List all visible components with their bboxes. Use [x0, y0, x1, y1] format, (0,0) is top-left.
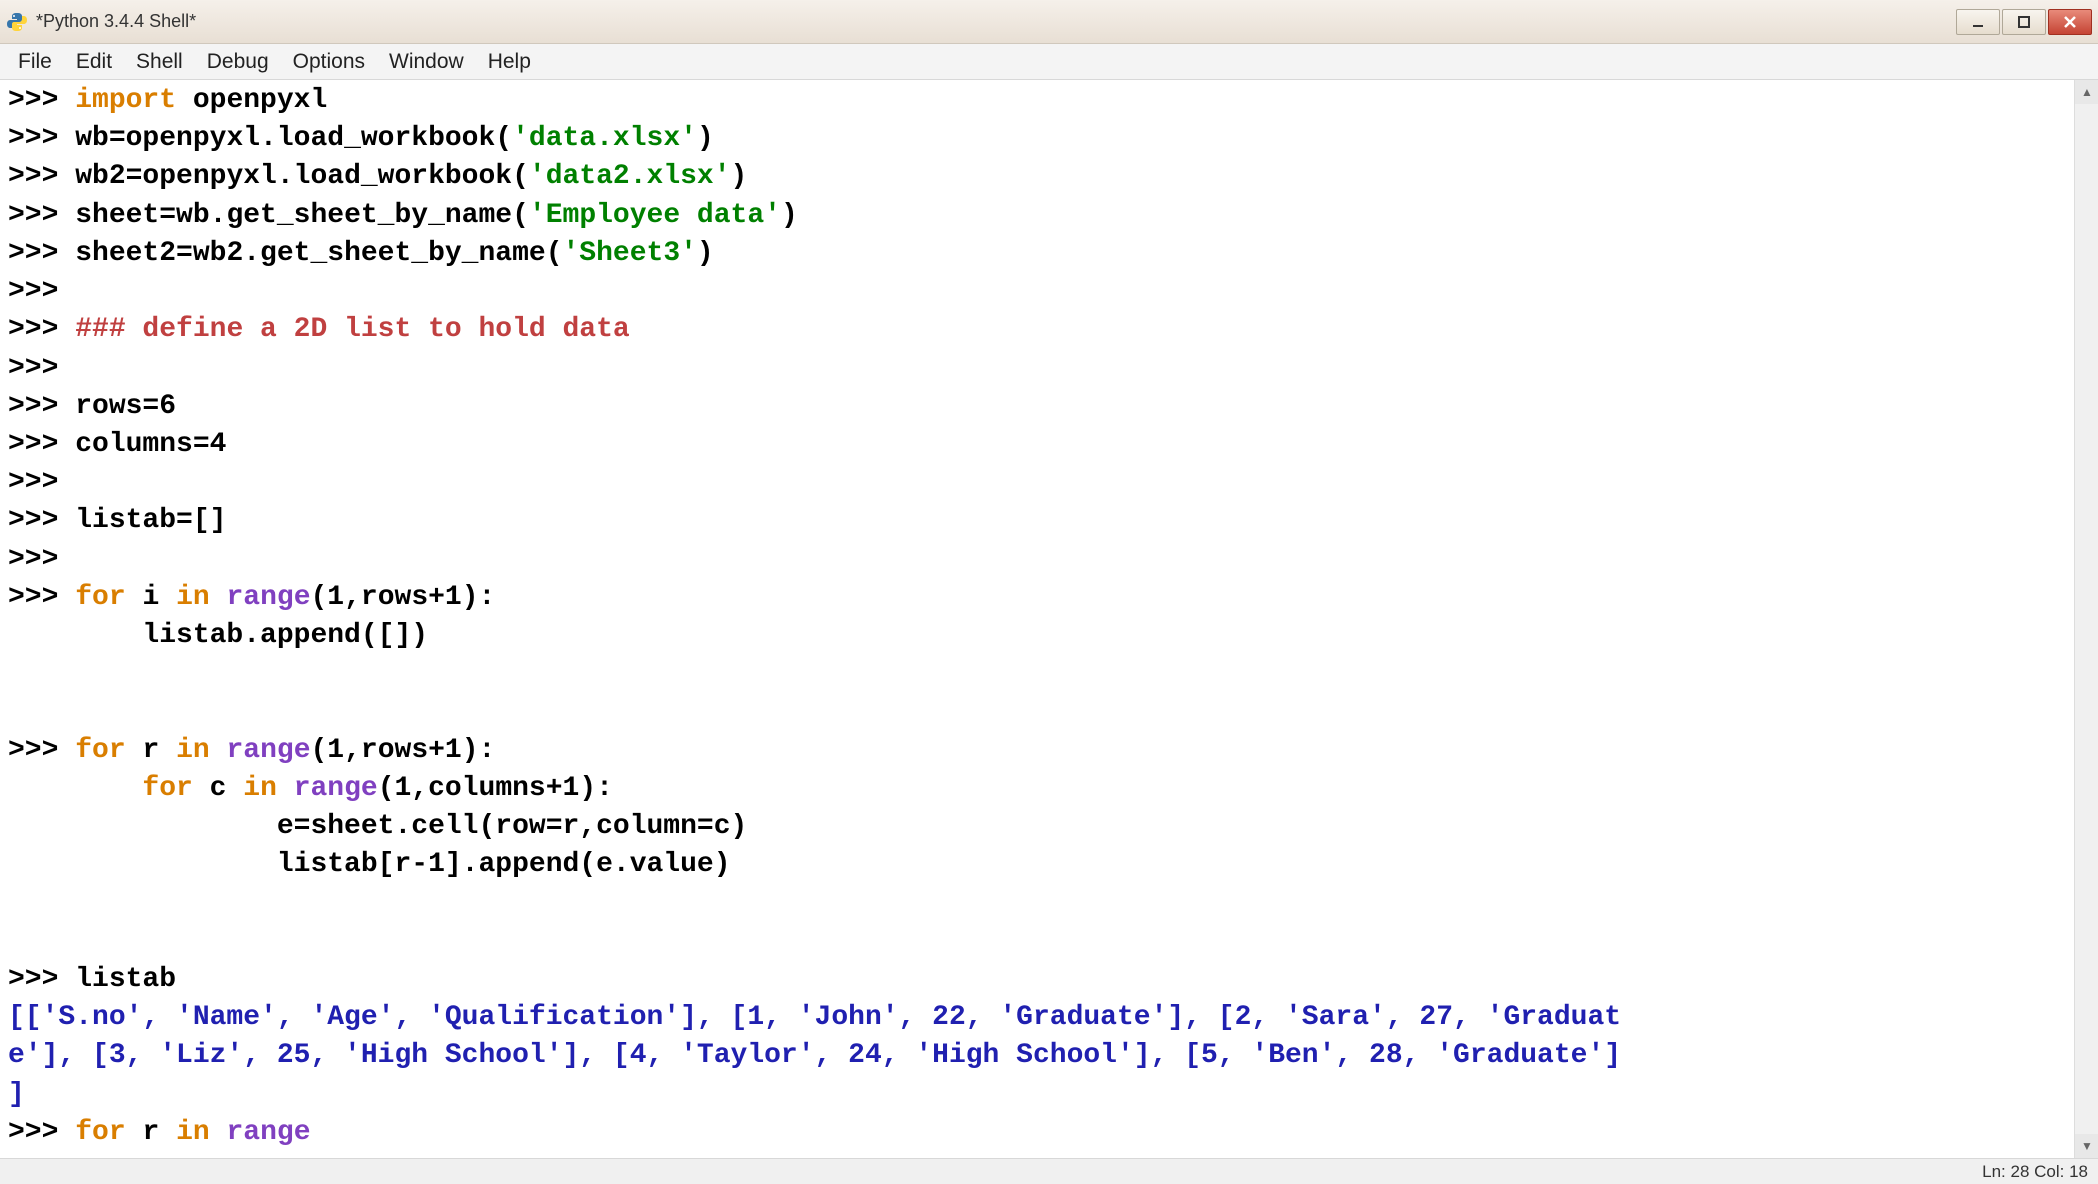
keyword-in: in: [176, 735, 210, 766]
cursor-position: Ln: 28 Col: 18: [1982, 1162, 2088, 1182]
prompt: >>>: [8, 964, 75, 995]
code-text: [210, 582, 227, 613]
code-text: [210, 735, 227, 766]
code-text: openpyxl: [176, 85, 327, 116]
builtin-range: range: [226, 1117, 310, 1148]
string-literal: 'Sheet3': [563, 238, 697, 269]
menu-help[interactable]: Help: [476, 46, 543, 78]
code-text: wb=openpyxl.load_workbook(: [75, 123, 512, 154]
code-text: listab[r-1].append(e.value): [8, 849, 731, 880]
prompt: >>>: [8, 161, 75, 192]
keyword-import: import: [75, 85, 176, 116]
keyword-in: in: [176, 1117, 210, 1148]
prompt: >>>: [8, 429, 75, 460]
maximize-button[interactable]: [2002, 9, 2046, 35]
prompt: >>>: [8, 200, 75, 231]
code-text: ): [781, 200, 798, 231]
menu-debug[interactable]: Debug: [195, 46, 281, 78]
code-text: ): [731, 161, 748, 192]
menu-options[interactable]: Options: [281, 46, 377, 78]
prompt: >>>: [8, 1117, 75, 1148]
keyword-in: in: [243, 773, 277, 804]
builtin-range: range: [226, 735, 310, 766]
code-text: (1,columns+1):: [378, 773, 613, 804]
code-text: listab: [75, 964, 176, 995]
keyword-for: for: [75, 582, 125, 613]
menu-file[interactable]: File: [6, 46, 64, 78]
shell-content[interactable]: >>> import openpyxl >>> wb=openpyxl.load…: [0, 80, 2074, 1158]
code-text: rows=6: [75, 391, 176, 422]
code-text: sheet=wb.get_sheet_by_name(: [75, 200, 529, 231]
code-text: wb2=openpyxl.load_workbook(: [75, 161, 529, 192]
minimize-button[interactable]: [1956, 9, 2000, 35]
prompt: >>>: [8, 238, 75, 269]
code-text: r: [126, 1117, 176, 1148]
keyword-for: for: [142, 773, 192, 804]
editor-area: >>> import openpyxl >>> wb=openpyxl.load…: [0, 80, 2098, 1158]
prompt: >>>: [8, 582, 75, 613]
prompt: >>>: [8, 85, 75, 116]
comment: ### define a 2D list to hold data: [75, 314, 630, 345]
scroll-down-button[interactable]: ▼: [2075, 1134, 2098, 1158]
output-line: [['S.no', 'Name', 'Age', 'Qualification'…: [8, 1002, 1621, 1109]
keyword-for: for: [75, 1117, 125, 1148]
code-text: (1,rows+1):: [311, 735, 496, 766]
keyword-for: for: [75, 735, 125, 766]
code-text: [210, 1117, 227, 1148]
menubar: File Edit Shell Debug Options Window Hel…: [0, 44, 2098, 80]
prompt: >>>: [8, 505, 75, 536]
code-text: i: [126, 582, 176, 613]
prompt: >>>: [8, 391, 75, 422]
vertical-scrollbar[interactable]: ▲ ▼: [2074, 80, 2098, 1158]
code-text: (1,rows+1):: [311, 582, 496, 613]
builtin-range: range: [294, 773, 378, 804]
code-text: ): [697, 238, 714, 269]
statusbar: Ln: 28 Col: 18: [0, 1158, 2098, 1184]
code-text: listab.append([]): [8, 620, 428, 651]
prompt: >>>: [8, 544, 75, 575]
code-text: columns=4: [75, 429, 226, 460]
code-text: sheet2=wb2.get_sheet_by_name(: [75, 238, 562, 269]
prompt: >>>: [8, 314, 75, 345]
prompt: >>>: [8, 467, 75, 498]
prompt: >>>: [8, 353, 75, 384]
code-text: [277, 773, 294, 804]
window-title: *Python 3.4.4 Shell*: [36, 11, 1956, 32]
app-window: *Python 3.4.4 Shell* File Edit Shell Deb…: [0, 0, 2098, 1184]
keyword-in: in: [176, 582, 210, 613]
window-controls: [1956, 9, 2092, 35]
python-icon: [6, 11, 28, 33]
code-text: c: [193, 773, 243, 804]
string-literal: 'Employee data': [529, 200, 781, 231]
prompt: >>>: [8, 735, 75, 766]
string-literal: 'data2.xlsx': [529, 161, 731, 192]
code-text: ): [697, 123, 714, 154]
code-text: e=sheet.cell(row=r,column=c): [8, 811, 747, 842]
code-text: [8, 773, 142, 804]
titlebar[interactable]: *Python 3.4.4 Shell*: [0, 0, 2098, 44]
string-literal: 'data.xlsx': [512, 123, 697, 154]
prompt: >>>: [8, 123, 75, 154]
prompt: >>>: [8, 276, 75, 307]
close-button[interactable]: [2048, 9, 2092, 35]
scroll-up-button[interactable]: ▲: [2075, 80, 2098, 104]
menu-edit[interactable]: Edit: [64, 46, 124, 78]
code-text: listab=[]: [75, 505, 226, 536]
code-text: r: [126, 735, 176, 766]
builtin-range: range: [226, 582, 310, 613]
menu-shell[interactable]: Shell: [124, 46, 195, 78]
menu-window[interactable]: Window: [377, 46, 476, 78]
